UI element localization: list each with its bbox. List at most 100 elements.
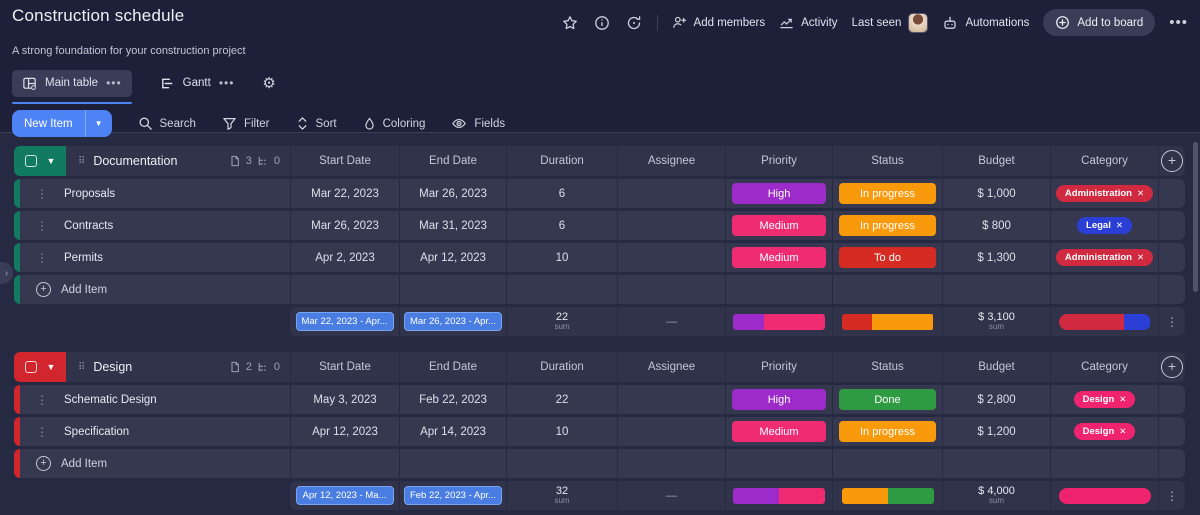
summary-menu-icon[interactable]: ⋮ xyxy=(1166,315,1178,329)
priority-cell[interactable]: High xyxy=(725,385,832,414)
priority-distribution-bar[interactable] xyxy=(733,313,825,330)
priority-pill[interactable]: Medium xyxy=(732,247,826,268)
item-menu-icon[interactable]: ⋮ xyxy=(36,393,48,407)
priority-cell[interactable]: Medium xyxy=(725,417,832,446)
column-header-assignee[interactable]: Assignee xyxy=(617,352,725,382)
item-menu-icon[interactable]: ⋮ xyxy=(36,187,48,201)
column-header-start-date[interactable]: Start Date xyxy=(290,146,399,176)
column-header-category[interactable]: Category xyxy=(1050,352,1158,382)
column-header-duration[interactable]: Duration xyxy=(506,146,617,176)
duration-cell[interactable]: 6 xyxy=(506,179,617,208)
add-to-board-button[interactable]: Add to board xyxy=(1043,9,1156,36)
category-pill[interactable]: Design ✕ xyxy=(1073,423,1136,440)
start-date-range-pill[interactable]: Mar 22, 2023 - Apr... xyxy=(295,312,394,331)
item-menu-icon[interactable]: ⋮ xyxy=(36,425,48,439)
category-cell[interactable]: Administration ✕ xyxy=(1050,179,1158,208)
duration-cell[interactable]: 10 xyxy=(506,243,617,272)
end-date-cell[interactable]: Mar 31, 2023 xyxy=(399,211,506,240)
tab-options-icon[interactable]: ••• xyxy=(106,76,122,90)
priority-cell[interactable]: Medium xyxy=(725,211,832,240)
item-name[interactable]: Contracts xyxy=(64,220,113,232)
category-cell[interactable]: Legal ✕ xyxy=(1050,211,1158,240)
end-date-range-pill[interactable]: Feb 22, 2023 - Apr... xyxy=(404,486,502,505)
item-name[interactable]: Specification xyxy=(64,426,129,438)
remove-tag-icon[interactable]: ✕ xyxy=(1137,252,1144,263)
column-header-budget[interactable]: Budget xyxy=(942,352,1050,382)
priority-pill[interactable]: Medium xyxy=(732,421,826,442)
column-header-start-date[interactable]: Start Date xyxy=(290,352,399,382)
column-header-assignee[interactable]: Assignee xyxy=(617,146,725,176)
group-collapse-control[interactable]: ▼ xyxy=(14,146,66,176)
filter-button[interactable]: Filter xyxy=(222,116,270,131)
budget-cell[interactable]: $ 1,000 xyxy=(942,179,1050,208)
status-pill[interactable]: To do xyxy=(839,247,936,268)
end-date-cell[interactable]: Mar 26, 2023 xyxy=(399,179,506,208)
automations-button[interactable]: Automations xyxy=(942,15,1029,31)
remove-tag-icon[interactable]: ✕ xyxy=(1119,426,1126,437)
board-menu-icon[interactable]: ••• xyxy=(1169,14,1188,31)
column-header-status[interactable]: Status xyxy=(832,352,942,382)
avatar[interactable] xyxy=(908,12,929,33)
remove-tag-icon[interactable]: ✕ xyxy=(1116,220,1123,231)
add-item-button[interactable]: + Add Item xyxy=(36,282,107,297)
activity-button[interactable]: Activity xyxy=(779,15,838,30)
category-pill[interactable]: Administration ✕ xyxy=(1055,249,1154,266)
add-members-button[interactable]: Add members xyxy=(672,15,765,30)
end-date-cell[interactable]: Feb 22, 2023 xyxy=(399,385,506,414)
budget-cell[interactable]: $ 2,800 xyxy=(942,385,1050,414)
assignee-cell[interactable] xyxy=(617,211,725,240)
sort-button[interactable]: Sort xyxy=(296,116,337,131)
budget-cell[interactable]: $ 1,300 xyxy=(942,243,1050,272)
assignee-cell[interactable] xyxy=(617,417,725,446)
duration-cell[interactable]: 22 xyxy=(506,385,617,414)
category-cell[interactable]: Design ✕ xyxy=(1050,385,1158,414)
priority-pill[interactable]: High xyxy=(732,389,826,410)
start-date-range-pill[interactable]: Apr 12, 2023 - Ma... xyxy=(295,486,394,505)
item-menu-icon[interactable]: ⋮ xyxy=(36,251,48,265)
assignee-cell[interactable] xyxy=(617,243,725,272)
remove-tag-icon[interactable]: ✕ xyxy=(1137,188,1144,199)
start-date-cell[interactable]: Apr 2, 2023 xyxy=(290,243,399,272)
duration-cell[interactable]: 6 xyxy=(506,211,617,240)
tab-gantt[interactable]: Gantt ••• xyxy=(150,70,245,97)
assignee-cell[interactable] xyxy=(617,385,725,414)
drag-handle-icon[interactable]: ⠿ xyxy=(78,156,85,167)
end-date-cell[interactable]: Apr 14, 2023 xyxy=(399,417,506,446)
add-item-button[interactable]: + Add Item xyxy=(36,456,107,471)
gear-icon[interactable]: ⚙ xyxy=(262,74,275,92)
group-name[interactable]: Documentation xyxy=(93,154,177,168)
duration-cell[interactable]: 10 xyxy=(506,417,617,446)
start-date-cell[interactable]: Mar 22, 2023 xyxy=(290,179,399,208)
status-distribution-bar[interactable] xyxy=(841,313,934,330)
add-item-row[interactable]: + Add Item xyxy=(14,449,1185,478)
item-name[interactable]: Proposals xyxy=(64,188,115,200)
priority-cell[interactable]: Medium xyxy=(725,243,832,272)
category-pill[interactable]: Design ✕ xyxy=(1073,391,1136,408)
category-pill[interactable]: Legal ✕ xyxy=(1077,217,1132,234)
column-header-end-date[interactable]: End Date xyxy=(399,146,506,176)
status-pill[interactable]: In progress xyxy=(839,183,936,204)
column-header-end-date[interactable]: End Date xyxy=(399,352,506,382)
column-header-priority[interactable]: Priority xyxy=(725,146,832,176)
end-date-range-pill[interactable]: Mar 26, 2023 - Apr... xyxy=(404,312,502,331)
category-distribution-bar[interactable] xyxy=(1058,313,1151,330)
column-header-duration[interactable]: Duration xyxy=(506,352,617,382)
item-menu-icon[interactable]: ⋮ xyxy=(36,219,48,233)
budget-cell[interactable]: $ 800 xyxy=(942,211,1050,240)
group-collapse-control[interactable]: ▼ xyxy=(14,352,66,382)
start-date-cell[interactable]: Apr 12, 2023 xyxy=(290,417,399,446)
favorite-star-icon[interactable] xyxy=(561,14,579,32)
group-checkbox[interactable] xyxy=(24,361,37,373)
drag-handle-icon[interactable]: ⠿ xyxy=(78,362,85,373)
summary-menu-icon[interactable]: ⋮ xyxy=(1166,489,1178,503)
status-pill[interactable]: In progress xyxy=(839,215,936,236)
info-icon[interactable] xyxy=(593,14,611,32)
status-pill[interactable]: In progress xyxy=(839,421,936,442)
end-date-cell[interactable]: Apr 12, 2023 xyxy=(399,243,506,272)
category-cell[interactable]: Design ✕ xyxy=(1050,417,1158,446)
category-cell[interactable]: Administration ✕ xyxy=(1050,243,1158,272)
tab-main-table[interactable]: Main table ••• xyxy=(12,69,132,104)
status-cell[interactable]: To do xyxy=(832,243,942,272)
status-cell[interactable]: In progress xyxy=(832,417,942,446)
status-distribution-bar[interactable] xyxy=(841,487,934,504)
